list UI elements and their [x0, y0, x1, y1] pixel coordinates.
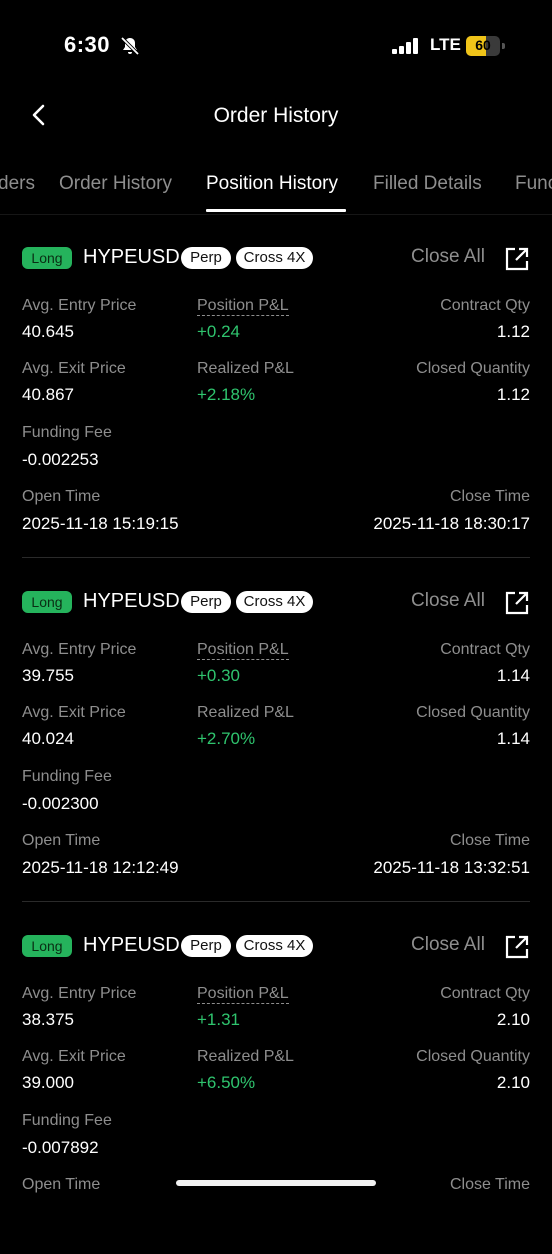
contract-qty-label: Contract Qty [440, 297, 530, 314]
open-time-label: Open Time [22, 832, 101, 849]
avg-entry-price-label: Avg. Entry Price [22, 641, 137, 658]
page-title: Order History [213, 104, 339, 127]
card-divider [22, 557, 530, 558]
long-badge: Long [22, 247, 72, 269]
avg-exit-price-label: Avg. Exit Price [22, 360, 126, 377]
close-all-button[interactable]: Close All [411, 934, 485, 956]
avg-entry-price-value: 39.755 [22, 666, 74, 685]
open-time-label: Open Time [22, 1176, 101, 1193]
closed-quantity-label: Closed Quantity [416, 1048, 530, 1065]
card-divider [22, 901, 530, 902]
realized-pnl-value: +2.18% [197, 385, 256, 404]
contract-qty-value: 2.10 [496, 1010, 530, 1029]
perp-tag: Perp [181, 935, 231, 957]
avg-entry-price-label: Avg. Entry Price [22, 297, 137, 314]
close-time-label: Close Time [449, 832, 530, 849]
funding-fee-label: Funding Fee [22, 768, 112, 785]
battery-level: 60 [475, 37, 491, 53]
perp-tag: Perp [181, 591, 231, 613]
position-card: Long HYPEUSD Perp Cross 4X Close All Avg… [0, 910, 552, 1254]
avg-entry-price-label: Avg. Entry Price [22, 985, 137, 1002]
funding-fee-value: -0.002300 [22, 794, 99, 813]
realized-pnl-value: +2.70% [197, 729, 256, 748]
position-pnl-value: +0.30 [197, 666, 241, 685]
close-time-label: Close Time [449, 1176, 530, 1193]
bell-slash-icon [120, 36, 140, 56]
tab-filled-details[interactable]: Filled Details [373, 173, 482, 195]
contract-qty-label: Contract Qty [440, 641, 530, 658]
close-time-value: 2025-11-18 13:32:51 [373, 858, 530, 877]
closed-quantity-label: Closed Quantity [416, 360, 530, 377]
position-pnl-label[interactable]: Position P&L [197, 297, 289, 316]
margin-mode-tag: Cross 4X [236, 247, 313, 269]
share-icon[interactable] [504, 590, 530, 616]
contract-qty-value: 1.14 [496, 666, 530, 685]
tab-funding[interactable]: Func [515, 173, 552, 195]
network-type: LTE [430, 35, 461, 54]
tab-bar: ders Order History Position History Fill… [0, 160, 552, 215]
share-icon[interactable] [504, 246, 530, 272]
close-time-value: 2025-11-18 18:30:17 [373, 514, 530, 533]
margin-mode-tag: Cross 4X [236, 935, 313, 957]
closed-quantity-value: 2.10 [496, 1073, 530, 1092]
close-all-button[interactable]: Close All [411, 590, 485, 612]
avg-exit-price-label: Avg. Exit Price [22, 1048, 126, 1065]
close-all-button[interactable]: Close All [411, 246, 485, 268]
realized-pnl-value: +6.50% [197, 1073, 256, 1092]
position-list: Long HYPEUSD Perp Cross 4X Close All Avg… [0, 222, 552, 1254]
closed-quantity-value: 1.14 [496, 729, 530, 748]
symbol: HYPEUSD [83, 934, 180, 956]
nav-header: Order History [0, 92, 552, 140]
funding-fee-value: -0.002253 [22, 450, 99, 469]
status-bar: 6:30 LTE 60 [0, 0, 552, 92]
tab-orders[interactable]: ders [0, 173, 35, 195]
symbol: HYPEUSD [83, 590, 180, 612]
share-icon[interactable] [504, 934, 530, 960]
contract-qty-label: Contract Qty [440, 985, 530, 1002]
avg-exit-price-value: 39.000 [22, 1073, 74, 1092]
cellular-signal-icon [392, 38, 418, 54]
long-badge: Long [22, 591, 72, 613]
avg-entry-price-value: 40.645 [22, 322, 74, 341]
closed-quantity-label: Closed Quantity [416, 704, 530, 721]
funding-fee-label: Funding Fee [22, 1112, 112, 1129]
tab-position-history[interactable]: Position History [206, 173, 338, 195]
position-card: Long HYPEUSD Perp Cross 4X Close All Avg… [0, 222, 552, 566]
open-time-label: Open Time [22, 488, 101, 505]
battery-icon: 60 [466, 36, 506, 56]
open-time-value: 2025-11-18 12:12:49 [22, 858, 179, 877]
tab-order-history[interactable]: Order History [59, 173, 172, 195]
realized-pnl-label: Realized P&L [197, 704, 294, 721]
home-indicator[interactable] [176, 1180, 376, 1186]
open-time-value: 2025-11-18 15:19:15 [22, 514, 179, 533]
perp-tag: Perp [181, 247, 231, 269]
avg-exit-price-label: Avg. Exit Price [22, 704, 126, 721]
close-time-label: Close Time [449, 488, 530, 505]
contract-qty-value: 1.12 [496, 322, 530, 341]
realized-pnl-label: Realized P&L [197, 360, 294, 377]
position-card: Long HYPEUSD Perp Cross 4X Close All Avg… [0, 566, 552, 910]
long-badge: Long [22, 935, 72, 957]
funding-fee-value: -0.007892 [22, 1138, 99, 1157]
realized-pnl-label: Realized P&L [197, 1048, 294, 1065]
avg-exit-price-value: 40.024 [22, 729, 74, 748]
funding-fee-label: Funding Fee [22, 424, 112, 441]
avg-entry-price-value: 38.375 [22, 1010, 74, 1029]
symbol: HYPEUSD [83, 246, 180, 268]
position-pnl-label[interactable]: Position P&L [197, 641, 289, 660]
position-pnl-value: +0.24 [197, 322, 241, 341]
status-time: 6:30 [64, 32, 111, 57]
avg-exit-price-value: 40.867 [22, 385, 74, 404]
position-pnl-label[interactable]: Position P&L [197, 985, 289, 1004]
closed-quantity-value: 1.12 [496, 385, 530, 404]
margin-mode-tag: Cross 4X [236, 591, 313, 613]
position-pnl-value: +1.31 [197, 1010, 241, 1029]
active-tab-indicator [206, 209, 346, 212]
